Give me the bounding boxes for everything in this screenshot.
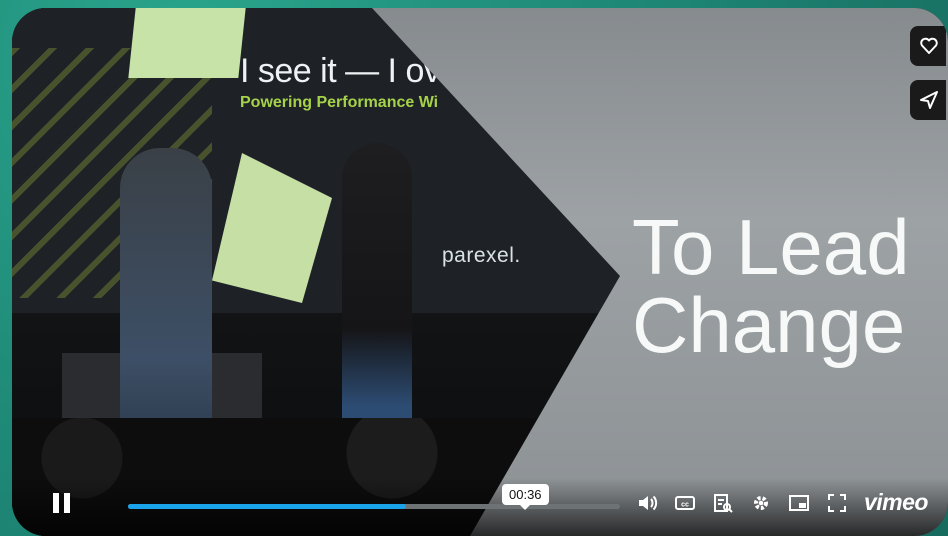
slide-green-shape <box>212 153 332 303</box>
overlay-title: To Lead Change <box>632 203 910 369</box>
settings-icon <box>754 496 768 510</box>
progress-bar[interactable]: 00:36 <box>128 484 620 510</box>
share-button[interactable] <box>910 80 946 120</box>
slide-logo: parexel. <box>442 244 521 267</box>
slide-green-block <box>128 8 246 78</box>
slide-title: I see it — I ov <box>240 52 441 90</box>
svg-text:cc: cc <box>681 502 689 509</box>
fullscreen-icon <box>828 494 846 512</box>
vimeo-logo[interactable]: vimeo <box>864 489 928 516</box>
like-button[interactable] <box>910 26 946 66</box>
share-icon <box>920 91 938 109</box>
player-controls: 00:36 cc vimeo <box>12 478 948 536</box>
volume-icon <box>639 495 658 511</box>
presenter-left <box>120 148 212 448</box>
transcript-button[interactable] <box>712 492 734 514</box>
fullscreen-button[interactable] <box>826 492 848 514</box>
captions-icon: cc <box>675 496 695 510</box>
pause-button[interactable] <box>44 493 70 521</box>
video-player[interactable]: I see it — I ov Powering Performance Wi … <box>12 8 948 536</box>
progress-fill <box>128 504 406 509</box>
transcript-icon <box>714 494 733 513</box>
presenter-right <box>342 143 412 453</box>
settings-button[interactable] <box>750 492 772 514</box>
pause-icon-bar <box>64 493 70 513</box>
pip-button[interactable] <box>788 492 810 514</box>
captions-button[interactable]: cc <box>674 492 696 514</box>
volume-button[interactable] <box>636 492 658 514</box>
pause-icon <box>53 493 59 513</box>
slide-subtitle: Powering Performance Wi <box>240 94 439 111</box>
timecode-tooltip: 00:36 <box>502 484 549 510</box>
heart-icon <box>920 37 938 54</box>
pip-icon <box>789 495 809 511</box>
